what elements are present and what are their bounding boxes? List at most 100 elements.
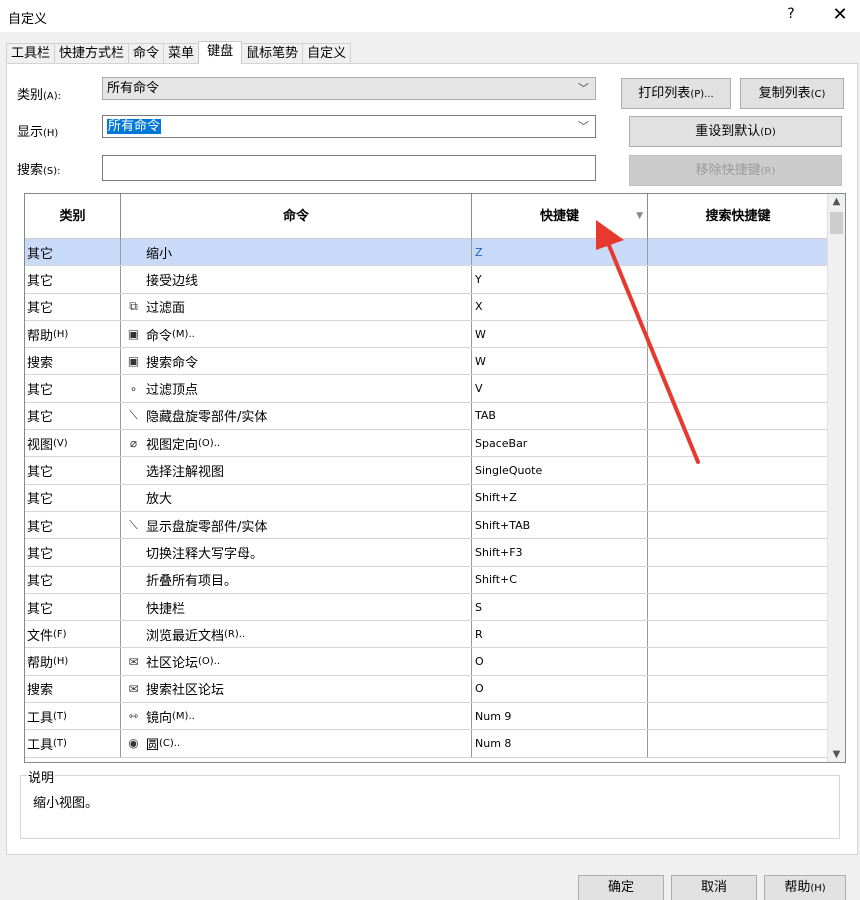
table-row[interactable]: 其它 ∘ 过滤顶点 V [25, 375, 828, 403]
vertical-scrollbar[interactable]: ▲ ▼ [827, 194, 845, 762]
cell-search-shortcut[interactable] [648, 375, 828, 402]
help-button[interactable]: 帮助(H) [764, 875, 846, 900]
table-row[interactable]: 帮助 (H) ▣ 命令 (M).. W [25, 320, 828, 349]
cell-shortcut[interactable]: V [472, 375, 648, 402]
cell-shortcut[interactable]: Z [472, 239, 648, 266]
cell-category: 其它 [25, 593, 121, 621]
cell-shortcut[interactable]: SingleQuote [472, 457, 648, 484]
cell-shortcut[interactable]: Shift+C [472, 566, 648, 593]
cell-search-shortcut[interactable] [648, 457, 828, 484]
tab-customization[interactable]: 自定义 [302, 43, 352, 64]
close-icon[interactable]: ✕ [829, 4, 851, 25]
cell-shortcut[interactable]: Shift+TAB [472, 511, 648, 539]
column-header-category[interactable]: 类别 [25, 194, 121, 239]
table-row[interactable]: 其它 放大 Shift+Z [25, 484, 828, 512]
table-row[interactable]: 帮助 (H) ✉ 社区论坛 (O).. O [25, 648, 828, 676]
cell-shortcut[interactable]: SpaceBar [472, 430, 648, 457]
cell-shortcut[interactable]: Shift+F3 [472, 539, 648, 566]
help-icon[interactable]: ? [781, 6, 801, 22]
cell-shortcut[interactable]: Num 8 [472, 730, 648, 757]
cell-shortcut[interactable]: O [472, 675, 648, 703]
column-header-shortcut[interactable]: 快捷键 ▼ [472, 194, 648, 239]
forum-icon: ✉ [128, 681, 139, 696]
table-row[interactable]: 搜索 ✉ 搜索社区论坛 O [25, 675, 828, 704]
cell-shortcut[interactable]: W [472, 320, 648, 348]
cell-search-shortcut[interactable] [648, 430, 828, 457]
scroll-thumb[interactable] [830, 212, 843, 234]
cell-search-shortcut[interactable] [648, 348, 828, 375]
cell-category: 其它 [25, 539, 121, 566]
cell-category: 视图 (V) [25, 430, 121, 457]
table-row[interactable]: 工具 (T) ◉ 圆 (C).. Num 8 [25, 730, 828, 758]
cell-shortcut[interactable]: S [472, 593, 648, 621]
window-title: 自定义 [8, 12, 48, 27]
shortcut-grid: 类别 命令 快捷键 ▼ 搜索快捷键 其它 缩小 Z 其它 接受边线 Y 其它 ⧉ 过滤面 X 帮助 (H… [24, 193, 846, 763]
search-input[interactable] [102, 155, 596, 181]
table-row[interactable]: 其它 选择注解视图 SingleQuote [25, 457, 828, 485]
tab-toolbars[interactable]: 工具栏 [6, 43, 56, 64]
tab-menus[interactable]: 菜单 [163, 43, 200, 64]
cell-search-shortcut[interactable] [648, 593, 828, 621]
table-row[interactable]: 其它 折叠所有项目。 Shift+C [25, 566, 828, 594]
category-dropdown[interactable]: 所有命令 ﹀ [102, 77, 596, 100]
cell-search-shortcut[interactable] [648, 293, 828, 320]
cell-category: 其它 [25, 266, 121, 293]
tab-keyboard[interactable]: 键盘 [198, 41, 243, 64]
tab-mouse-gestures[interactable]: 鼠标笔势 [241, 43, 304, 64]
cell-search-shortcut[interactable] [648, 320, 828, 348]
cell-search-shortcut[interactable] [648, 402, 828, 430]
cell-command: 缩小 [121, 239, 472, 266]
scroll-up-icon[interactable]: ▲ [828, 196, 845, 207]
command-box-icon: ▣ [127, 354, 140, 369]
cell-search-shortcut[interactable] [648, 730, 828, 757]
cell-search-shortcut[interactable] [648, 703, 828, 730]
cell-search-shortcut[interactable] [648, 266, 828, 293]
filter-vertex-icon: ∘ [129, 381, 138, 396]
cell-shortcut[interactable]: TAB [472, 402, 648, 430]
table-row[interactable]: 其它 ⧉ 过滤面 X [25, 293, 828, 321]
remove-shortcut-button: 移除快捷键(R) [629, 155, 842, 186]
cell-category: 其它 [25, 457, 121, 484]
table-row[interactable]: 其它 接受边线 Y [25, 266, 828, 294]
cell-shortcut[interactable]: Num 9 [472, 703, 648, 730]
cell-search-shortcut[interactable] [648, 675, 828, 703]
cell-command: 放大 [121, 484, 472, 511]
cell-search-shortcut[interactable] [648, 239, 828, 266]
cell-search-shortcut[interactable] [648, 539, 828, 566]
cell-category: 其它 [25, 293, 121, 320]
cell-search-shortcut[interactable] [648, 648, 828, 675]
cancel-button[interactable]: 取消 [671, 875, 757, 900]
cell-search-shortcut[interactable] [648, 511, 828, 539]
cell-shortcut[interactable]: Shift+Z [472, 484, 648, 511]
table-row[interactable]: 视图 (V) ⌀ 视图定向 (O).. SpaceBar [25, 430, 828, 458]
cell-search-shortcut[interactable] [648, 484, 828, 511]
ok-button[interactable]: 确定 [578, 875, 664, 900]
cell-search-shortcut[interactable] [648, 621, 828, 648]
table-row[interactable]: 搜索 ▣ 搜索命令 W [25, 348, 828, 376]
table-row[interactable]: 工具 (T) ⇿ 镜向 (M).. Num 9 [25, 703, 828, 731]
table-row[interactable]: 其它 ⟍ 隐藏盘旋零部件/实体 TAB [25, 402, 828, 431]
copy-list-button[interactable]: 复制列表(C) [740, 78, 844, 109]
cell-shortcut[interactable]: O [472, 648, 648, 675]
search-label: 搜索(S): [17, 163, 61, 178]
table-row[interactable]: 其它 ⟍ 显示盘旋零部件/实体 Shift+TAB [25, 511, 828, 540]
table-row[interactable]: 其它 切换注释大写字母。 Shift+F3 [25, 539, 828, 567]
table-row[interactable]: 其它 缩小 Z [25, 239, 828, 267]
cell-search-shortcut[interactable] [648, 566, 828, 593]
cell-shortcut[interactable]: X [472, 293, 648, 320]
column-header-command[interactable]: 命令 [121, 194, 472, 239]
show-dropdown[interactable]: 所有命令 ﹀ [102, 115, 596, 138]
cell-shortcut[interactable]: W [472, 348, 648, 375]
tab-shortcut-bars[interactable]: 快捷方式栏 [54, 43, 130, 64]
scroll-down-icon[interactable]: ▼ [828, 749, 845, 760]
cell-command: ⇿ 镜向 (M).. [121, 703, 472, 730]
cell-shortcut[interactable]: R [472, 621, 648, 648]
cell-shortcut[interactable]: Y [472, 266, 648, 293]
cell-category: 帮助 (H) [25, 320, 121, 348]
print-list-button[interactable]: 打印列表(P)... [621, 78, 731, 109]
reset-default-button[interactable]: 重设到默认(D) [629, 116, 842, 147]
table-row[interactable]: 其它 快捷栏 S [25, 593, 828, 622]
table-row[interactable]: 文件 (F) 浏览最近文档 (R).. R [25, 621, 828, 649]
column-header-search-shortcut[interactable]: 搜索快捷键 [648, 194, 828, 239]
tab-commands[interactable]: 命令 [128, 43, 165, 64]
